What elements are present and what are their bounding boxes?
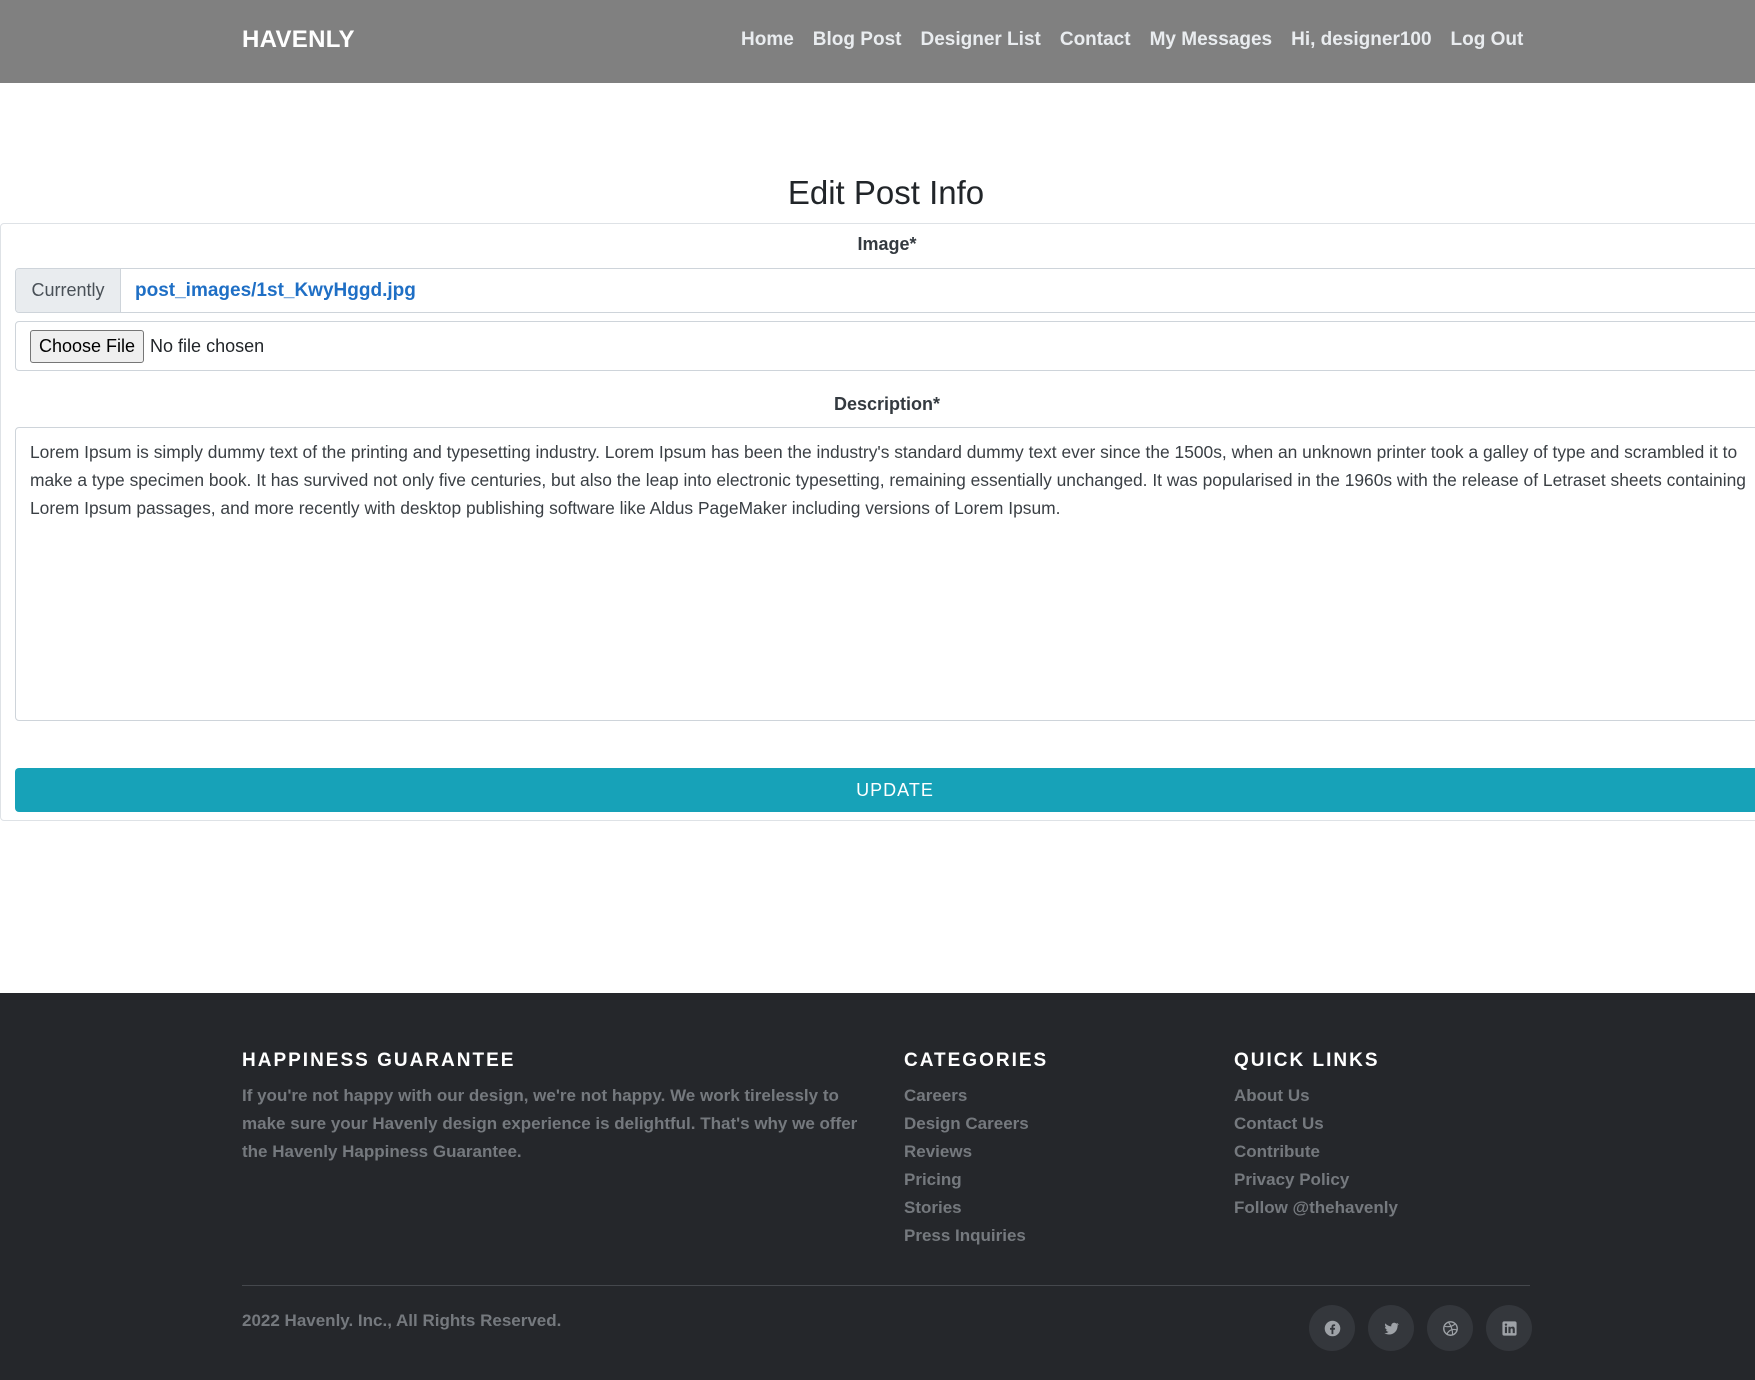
nav-log-out[interactable]: Log Out [1451,29,1524,51]
footer-guarantee-text: If you're not happy with our design, we'… [242,1086,858,1161]
brand-logo[interactable]: HAVENLY [242,26,355,54]
dribbble-icon [1442,1320,1458,1336]
footer-link-press-inquiries[interactable]: Press Inquiries [904,1222,1048,1250]
facebook-button[interactable] [1309,1305,1355,1351]
facebook-icon [1324,1320,1340,1336]
social-links [1309,1305,1532,1351]
footer-link-reviews[interactable]: Reviews [904,1138,1048,1166]
description-label: Description* [833,394,941,414]
footer-quick-links-column: QUICK LINKS About Us Contact Us Contribu… [1234,1050,1398,1222]
main-nav: Home Blog Post Designer List Contact My … [741,29,1523,51]
twitter-button[interactable] [1368,1305,1414,1351]
edit-post-form: Image* Currently post_images/1st_KwyHggd… [0,223,1755,821]
footer-guarantee-column: HAPPINESS GUARANTEE If you're not happy … [242,1050,870,1166]
nav-home[interactable]: Home [741,29,794,51]
nav-contact[interactable]: Contact [1060,29,1131,51]
linkedin-button[interactable] [1486,1305,1532,1351]
dribbble-button[interactable] [1427,1305,1473,1351]
footer-link-pricing[interactable]: Pricing [904,1166,1048,1194]
nav-designer-list[interactable]: Designer List [920,29,1040,51]
footer-link-design-careers[interactable]: Design Careers [904,1110,1048,1138]
nav-blog-post[interactable]: Blog Post [813,29,902,51]
current-image-link[interactable]: post_images/1st_KwyHggd.jpg [121,269,416,312]
footer-quick-links-title: QUICK LINKS [1234,1050,1380,1071]
footer-guarantee-title: HAPPINESS GUARANTEE [242,1050,516,1071]
page-title: Edit Post Info [787,174,985,211]
footer-link-about-us[interactable]: About Us [1234,1082,1398,1110]
footer-copyright: 2022 Havenly. Inc., All Rights Reserved. [242,1311,562,1330]
footer-link-stories[interactable]: Stories [904,1194,1048,1222]
currently-label: Currently [16,269,121,312]
footer-divider [242,1285,1530,1286]
file-input[interactable]: Choose File No file chosen [15,321,1755,371]
update-button[interactable]: UPDATE [15,768,1755,812]
footer-link-privacy-policy[interactable]: Privacy Policy [1234,1166,1398,1194]
top-navbar: HAVENLY Home Blog Post Designer List Con… [0,0,1755,83]
footer-link-contact-us[interactable]: Contact Us [1234,1110,1398,1138]
footer-categories-title: CATEGORIES [904,1050,1049,1071]
no-file-text: No file chosen [150,335,265,356]
footer-quick-links-list: About Us Contact Us Contribute Privacy P… [1234,1082,1398,1222]
image-label: Image* [857,234,917,254]
footer-categories-column: CATEGORIES Careers Design Careers Review… [904,1050,1048,1250]
twitter-icon [1383,1322,1399,1335]
footer-link-careers[interactable]: Careers [904,1082,1048,1110]
description-textarea[interactable] [15,427,1755,721]
footer-categories-list: Careers Design Careers Reviews Pricing S… [904,1082,1048,1250]
nav-user-greeting[interactable]: Hi, designer100 [1291,29,1431,51]
current-image-row: Currently post_images/1st_KwyHggd.jpg [15,268,1755,313]
site-footer: HAPPINESS GUARANTEE If you're not happy … [0,993,1755,1380]
footer-link-follow[interactable]: Follow @thehavenly [1234,1194,1398,1222]
nav-my-messages[interactable]: My Messages [1150,29,1273,51]
footer-link-contribute[interactable]: Contribute [1234,1138,1398,1166]
choose-file-button[interactable]: Choose File [30,329,145,363]
linkedin-icon [1501,1320,1517,1336]
